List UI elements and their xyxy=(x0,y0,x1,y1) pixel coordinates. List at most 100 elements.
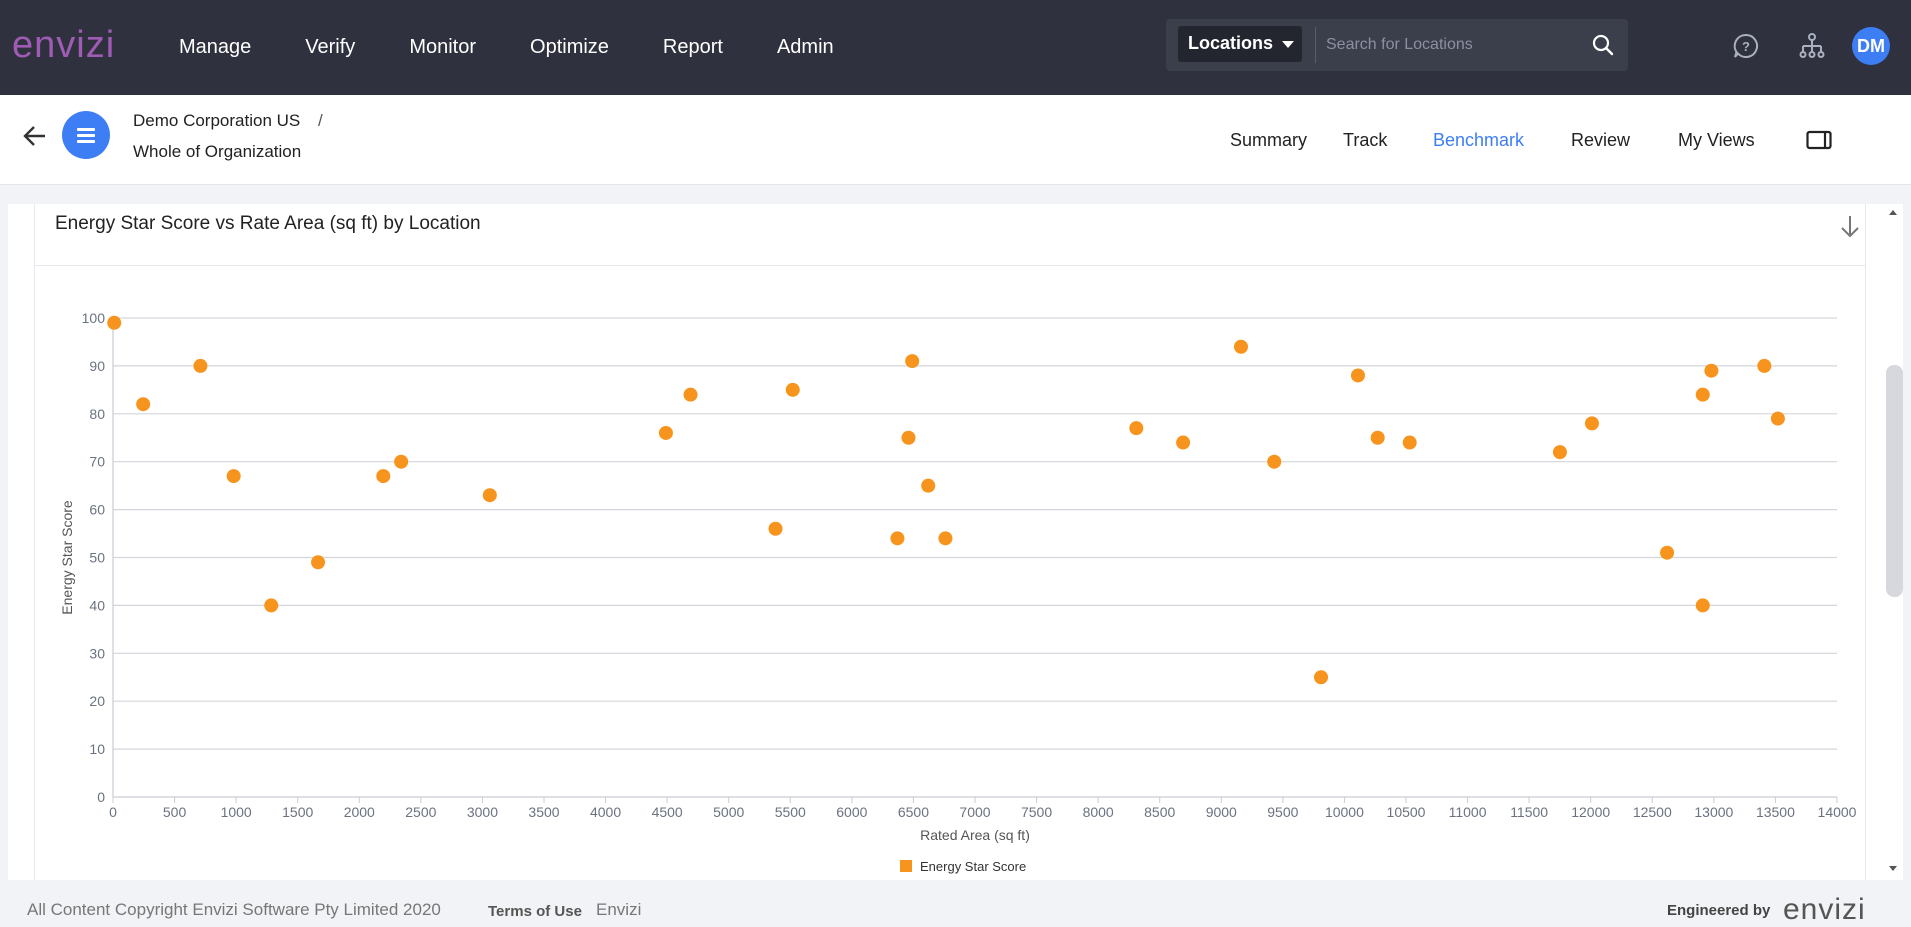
y-tick-label: 70 xyxy=(89,454,105,470)
x-tick-label: 0 xyxy=(109,804,117,820)
data-point xyxy=(311,555,326,570)
y-tick-label: 50 xyxy=(89,550,105,566)
scatter-chart: 01020304050607080901000 500 1000 1500 2000 25… xyxy=(59,310,1857,874)
data-point xyxy=(394,454,409,469)
x-tick-label: 13500 xyxy=(1756,804,1795,820)
x-tick-label: 7000 xyxy=(959,804,990,820)
tab-benchmark[interactable]: Benchmark xyxy=(1433,130,1524,151)
page-header: Demo Corporation US / Whole of Organizat… xyxy=(0,95,1911,185)
y-tick-label: 10 xyxy=(89,741,105,757)
data-point xyxy=(1233,339,1248,354)
data-point xyxy=(136,397,151,412)
data-point xyxy=(768,521,783,536)
scrollbar-thumb[interactable] xyxy=(1886,365,1903,597)
envizi-logo[interactable]: envizi xyxy=(12,24,115,67)
x-tick-label: 5000 xyxy=(713,804,744,820)
data-point xyxy=(901,430,916,445)
data-point xyxy=(1370,430,1385,445)
x-tick-label: 8500 xyxy=(1144,804,1175,820)
data-point xyxy=(1402,435,1417,450)
tab-my-views[interactable]: My Views xyxy=(1678,130,1755,151)
search-icon[interactable] xyxy=(1591,33,1615,57)
data-point xyxy=(193,358,208,373)
x-tick-label: 8000 xyxy=(1083,804,1114,820)
tab-review[interactable]: Review xyxy=(1571,130,1630,151)
data-point xyxy=(1314,670,1329,685)
data-point xyxy=(482,488,497,503)
x-tick-label: 11500 xyxy=(1510,804,1548,820)
y-tick-label: 100 xyxy=(82,310,106,326)
engineered-by-label: Engineered by xyxy=(1667,902,1771,919)
data-point xyxy=(107,315,122,330)
nav-monitor[interactable]: Monitor xyxy=(409,36,476,59)
data-point xyxy=(658,425,673,440)
chart-card: Energy Star Score vs Rate Area (sq ft) b… xyxy=(8,204,1885,880)
y-tick-label: 80 xyxy=(89,406,105,422)
legend-label: Energy Star Score xyxy=(920,859,1026,874)
hamburger-icon xyxy=(77,128,95,131)
scroll-up-icon[interactable] xyxy=(1889,210,1897,215)
tab-summary[interactable]: Summary xyxy=(1230,130,1307,151)
data-point xyxy=(1770,411,1785,426)
x-tick-label: 4000 xyxy=(590,804,621,820)
y-tick-label: 30 xyxy=(89,645,105,661)
nav-manage[interactable]: Manage xyxy=(179,36,251,59)
x-tick-label: 2000 xyxy=(344,804,375,820)
x-tick-label: 14000 xyxy=(1818,804,1857,820)
data-point xyxy=(1757,358,1772,373)
y-axis-title: Energy Star Score xyxy=(59,500,75,615)
breadcrumb-scope[interactable]: Whole of Organization xyxy=(133,142,301,162)
data-point xyxy=(1176,435,1191,450)
hierarchy-icon[interactable] xyxy=(1798,32,1826,60)
data-point xyxy=(921,478,936,493)
back-arrow-icon[interactable] xyxy=(22,123,48,149)
divider xyxy=(1315,27,1316,63)
x-tick-label: 10500 xyxy=(1387,804,1426,820)
card-title: Energy Star Score vs Rate Area (sq ft) b… xyxy=(55,213,481,234)
top-navigation-bar: envizi Manage Verify Monitor Optimize Re… xyxy=(0,0,1911,95)
x-tick-label: 12500 xyxy=(1633,804,1672,820)
x-tick-label: 2500 xyxy=(405,804,436,820)
x-tick-label: 12000 xyxy=(1571,804,1610,820)
y-tick-label: 20 xyxy=(89,693,105,709)
x-tick-label: 500 xyxy=(163,804,187,820)
y-tick-label: 40 xyxy=(89,597,105,613)
search-scope-label: Locations xyxy=(1188,33,1274,53)
search-scope-dropdown[interactable]: Locations xyxy=(1178,26,1302,62)
terms-of-use-link[interactable]: Terms of Use xyxy=(488,903,582,920)
hamburger-icon xyxy=(77,134,95,137)
user-avatar[interactable]: DM xyxy=(1852,27,1890,65)
nav-optimize[interactable]: Optimize xyxy=(530,36,609,59)
search-input[interactable] xyxy=(1326,29,1576,61)
footer: All Content Copyright Envizi Software Pt… xyxy=(0,885,1911,927)
nav-admin[interactable]: Admin xyxy=(777,36,834,59)
x-axis-title: Rated Area (sq ft) xyxy=(920,827,1030,843)
hamburger-icon xyxy=(77,140,95,143)
data-point xyxy=(683,387,698,402)
data-point xyxy=(1695,387,1710,402)
x-tick-label: 1500 xyxy=(282,804,313,820)
x-tick-label: 4500 xyxy=(652,804,683,820)
x-tick-label: 3500 xyxy=(528,804,559,820)
download-icon[interactable] xyxy=(1839,214,1861,240)
scroll-down-icon[interactable] xyxy=(1889,866,1897,871)
location-search: Locations xyxy=(1166,19,1628,71)
x-tick-label: 9000 xyxy=(1206,804,1237,820)
side-panel-icon[interactable] xyxy=(1806,130,1832,150)
x-tick-label: 13000 xyxy=(1694,804,1733,820)
data-point xyxy=(1660,545,1675,560)
nav-report[interactable]: Report xyxy=(663,36,723,59)
data-point xyxy=(785,382,800,397)
envizi-footer-logo: envizi xyxy=(1783,893,1866,926)
breadcrumb-org[interactable]: Demo Corporation US xyxy=(133,111,300,131)
help-icon[interactable]: ? xyxy=(1732,32,1760,60)
data-point xyxy=(1552,445,1567,460)
menu-button[interactable] xyxy=(62,111,110,159)
data-point xyxy=(1695,598,1710,613)
x-tick-label: 6500 xyxy=(898,804,929,820)
data-point xyxy=(905,354,920,369)
envizi-link[interactable]: Envizi xyxy=(596,900,641,920)
tab-track[interactable]: Track xyxy=(1343,130,1387,151)
x-tick-label: 9500 xyxy=(1267,804,1298,820)
nav-verify[interactable]: Verify xyxy=(305,36,355,59)
